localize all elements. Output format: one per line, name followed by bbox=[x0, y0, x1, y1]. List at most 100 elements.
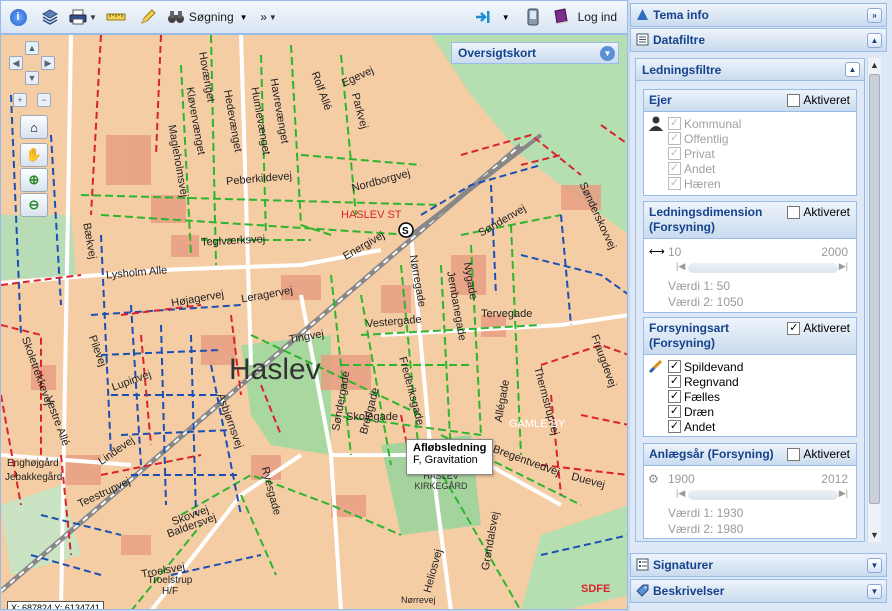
tooltip-subtitle: F, Gravitation bbox=[413, 454, 478, 466]
goto-dropdown-icon[interactable]: ▼ bbox=[502, 13, 510, 22]
beskrivelser-header[interactable]: Beskrivelser ▼ bbox=[630, 579, 887, 603]
pan-right-icon[interactable]: ▶ bbox=[41, 56, 55, 70]
datafiltre-header[interactable]: Datafiltre ▲ bbox=[630, 28, 887, 52]
width-arrows-icon: ⟷ bbox=[649, 246, 665, 258]
expand-icon[interactable]: » bbox=[867, 8, 882, 23]
pan-down-icon[interactable]: ▼ bbox=[25, 71, 39, 85]
print-button[interactable]: ▼ bbox=[69, 4, 97, 30]
filter-scrollbar[interactable]: ▲ ▼ bbox=[867, 58, 881, 542]
more-label: » bbox=[260, 10, 267, 24]
measure-button[interactable] bbox=[103, 4, 129, 30]
forsyningsart-activated-checkbox[interactable]: ✓ bbox=[787, 322, 801, 335]
zoom-in-icon: ⊕ bbox=[28, 172, 40, 187]
zoom-in-button[interactable]: ⊕ bbox=[20, 168, 48, 192]
forsyningsart-header: Forsyningsart (Forsyning) ✓ Aktiveret bbox=[644, 318, 856, 355]
tag-icon bbox=[636, 584, 649, 597]
draw-button[interactable] bbox=[135, 4, 161, 30]
collapse-icon[interactable]: ▲ bbox=[867, 33, 882, 48]
ejer-item-kommunal[interactable]: ✓ Kommunal bbox=[668, 116, 856, 131]
signaturer-label: Signaturer bbox=[653, 558, 714, 572]
slider-end-icon[interactable]: ▶| bbox=[839, 261, 848, 272]
layers-icon bbox=[41, 9, 59, 25]
mobile-button[interactable] bbox=[520, 4, 546, 30]
chevron-down-icon[interactable]: ▼ bbox=[269, 13, 277, 22]
ledningsdimension-header: Ledningsdimension (Forsyning) Aktiveret bbox=[644, 202, 856, 239]
svg-text:S: S bbox=[402, 226, 409, 237]
dimension-slider[interactable] bbox=[688, 263, 838, 273]
layers-button[interactable] bbox=[37, 4, 63, 30]
chevron-down-icon[interactable]: ▼ bbox=[867, 584, 882, 599]
anlaegsaar-activated-checkbox[interactable] bbox=[787, 448, 801, 461]
ejer-header: Ejer Aktiveret bbox=[644, 90, 856, 112]
scroll-down-icon[interactable]: ▼ bbox=[870, 530, 879, 540]
triangle-icon bbox=[636, 8, 649, 21]
slider-start-icon[interactable]: |◀ bbox=[676, 261, 685, 272]
ejer-title: Ejer bbox=[649, 93, 672, 107]
street-label: Skolegade bbox=[346, 411, 398, 423]
zoom-out-button[interactable]: ⊖ bbox=[20, 193, 48, 217]
pencil-icon bbox=[141, 9, 156, 24]
person-icon bbox=[649, 116, 663, 131]
ejer-item-privat[interactable]: ✓ Privat bbox=[668, 146, 856, 161]
year-slider[interactable] bbox=[688, 490, 838, 500]
hand-icon: ✋ bbox=[25, 147, 43, 162]
info-button[interactable]: i bbox=[5, 4, 31, 30]
more-button[interactable]: » ▼ bbox=[256, 4, 282, 30]
forsyningsart-item-regnvand[interactable]: ✓ Regnvand bbox=[668, 374, 856, 389]
tema-info-header[interactable]: Tema info » bbox=[630, 3, 887, 27]
year-max: 2012 bbox=[821, 472, 848, 486]
ruler-icon bbox=[106, 13, 126, 21]
search-button-label: Søgning bbox=[188, 10, 234, 24]
pan-button[interactable]: ✋ bbox=[20, 143, 48, 167]
ejer-activated-checkbox[interactable] bbox=[787, 94, 801, 107]
ledningsdimension-activated-toggle[interactable]: Aktiveret bbox=[787, 205, 850, 220]
chevron-down-icon[interactable]: ▼ bbox=[89, 13, 97, 22]
dimension-value-1: Værdi 1: 50 bbox=[668, 279, 731, 293]
dimension-value-2: Værdi 2: 1050 bbox=[668, 295, 744, 309]
feature-tooltip: Afløbsledning F, Gravitation bbox=[406, 439, 493, 475]
scroll-up-icon[interactable]: ▲ bbox=[870, 60, 879, 70]
ejer-activated-toggle[interactable]: Aktiveret bbox=[787, 93, 850, 108]
search-button[interactable]: Søgning bbox=[167, 4, 234, 30]
ledningsdimension-title: Ledningsdimension (Forsyning) bbox=[649, 205, 763, 234]
forsyningsart-title: Forsyningsart (Forsyning) bbox=[649, 321, 730, 350]
ejer-item-haeren[interactable]: ✓ Hæren bbox=[668, 176, 856, 191]
ejer-item-offentlig[interactable]: ✓ Offentlig bbox=[668, 131, 856, 146]
forsyningsart-item-faelles[interactable]: ✓ Fælles bbox=[668, 389, 856, 404]
forsyningsart-activated-toggle[interactable]: ✓ Aktiveret bbox=[787, 321, 850, 336]
binoculars-icon bbox=[167, 11, 184, 23]
login-button[interactable]: Log ind bbox=[552, 4, 617, 30]
activated-label: Aktiveret bbox=[803, 93, 850, 107]
forsyningsart-item-andet[interactable]: ✓ Andet bbox=[668, 419, 856, 434]
search-dropdown-icon[interactable]: ▼ bbox=[240, 13, 248, 22]
zoom-plus-icon[interactable]: + bbox=[13, 93, 27, 107]
info-icon: i bbox=[9, 8, 27, 26]
forsyningsart-item-spildevand[interactable]: ✓ Spildevand bbox=[668, 359, 856, 374]
dimension-max: 2000 bbox=[821, 245, 848, 259]
chevron-down-icon[interactable]: ▼ bbox=[867, 558, 882, 573]
ejer-section: Ejer Aktiveret ✓ Kommunal ✓ Offentlig ✓ Pri… bbox=[643, 89, 857, 196]
scrollbar-thumb[interactable] bbox=[869, 74, 880, 504]
ledningsfiltre-header[interactable]: Ledningsfiltre ▲ bbox=[636, 59, 864, 81]
street-label: Nørrevej bbox=[401, 595, 436, 605]
chevron-down-icon[interactable]: ▼ bbox=[600, 46, 615, 61]
ledningsdimension-body: ⟷ 10 2000 |◀ ▶| Værdi 1: 50 Værdi 2: 105… bbox=[644, 239, 856, 313]
ejer-item-andet[interactable]: ✓ Andet bbox=[668, 161, 856, 176]
year-value-2: Værdi 2: 1980 bbox=[668, 522, 744, 536]
goto-button[interactable] bbox=[470, 4, 496, 30]
home-button[interactable]: ⌂ bbox=[20, 115, 48, 139]
forsyningsart-item-draen[interactable]: ✓ Dræn bbox=[668, 404, 856, 419]
signaturer-header[interactable]: Signaturer ▼ bbox=[630, 553, 887, 577]
overview-map-header[interactable]: Oversigtskort ▼ bbox=[451, 42, 619, 64]
pan-up-icon[interactable]: ▲ bbox=[25, 41, 39, 55]
zoom-minus-icon[interactable]: − bbox=[37, 93, 51, 107]
forsyningsart-section: Forsyningsart (Forsyning) ✓ Aktiveret ✓ Sp… bbox=[643, 317, 857, 437]
pan-left-icon[interactable]: ◀ bbox=[9, 56, 23, 70]
map-canvas[interactable]: S Egevej Rolf Allé Parkvej Hovænget Kløv… bbox=[0, 34, 628, 610]
arrow-right-bar-icon bbox=[475, 11, 490, 23]
slider-end-icon[interactable]: ▶| bbox=[839, 488, 848, 499]
anlaegsaar-activated-toggle[interactable]: Aktiveret bbox=[787, 447, 850, 462]
collapse-icon[interactable]: ▲ bbox=[845, 62, 860, 77]
ledningsdimension-activated-checkbox[interactable] bbox=[787, 206, 801, 219]
slider-start-icon[interactable]: |◀ bbox=[676, 488, 685, 499]
